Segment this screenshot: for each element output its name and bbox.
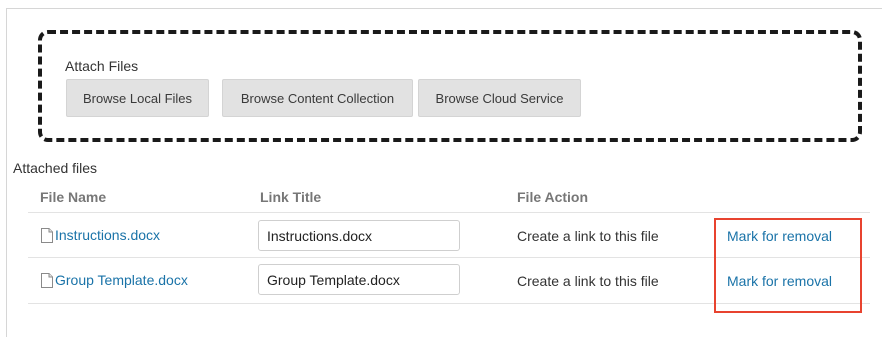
- removal-highlight-box: [714, 218, 862, 313]
- browse-content-collection-button[interactable]: Browse Content Collection: [222, 79, 413, 117]
- file-name-text: Group Template.docx: [55, 272, 188, 288]
- link-title-input[interactable]: [258, 220, 460, 251]
- row-divider: [28, 212, 870, 213]
- attach-files-label: Attach Files: [65, 58, 139, 74]
- column-header-file-name: File Name: [40, 189, 107, 205]
- browse-local-files-button[interactable]: Browse Local Files: [66, 79, 209, 117]
- file-action-text: Create a link to this file: [517, 273, 659, 289]
- column-header-file-action: File Action: [517, 189, 589, 205]
- attachment-panel: Attach Files Browse Local Files Browse C…: [0, 0, 882, 337]
- document-icon: [40, 227, 54, 243]
- file-link-group-template[interactable]: Group Template.docx: [40, 272, 188, 288]
- file-link-instructions[interactable]: Instructions.docx: [40, 227, 160, 243]
- document-icon: [40, 272, 54, 288]
- panel-border-left: [6, 8, 7, 337]
- link-title-input[interactable]: [258, 264, 460, 295]
- attached-files-heading: Attached files: [13, 160, 98, 176]
- panel-border-top: [6, 8, 882, 9]
- browse-cloud-service-button[interactable]: Browse Cloud Service: [418, 79, 581, 117]
- file-action-text: Create a link to this file: [517, 228, 659, 244]
- column-header-link-title: Link Title: [260, 189, 322, 205]
- file-name-text: Instructions.docx: [55, 227, 161, 243]
